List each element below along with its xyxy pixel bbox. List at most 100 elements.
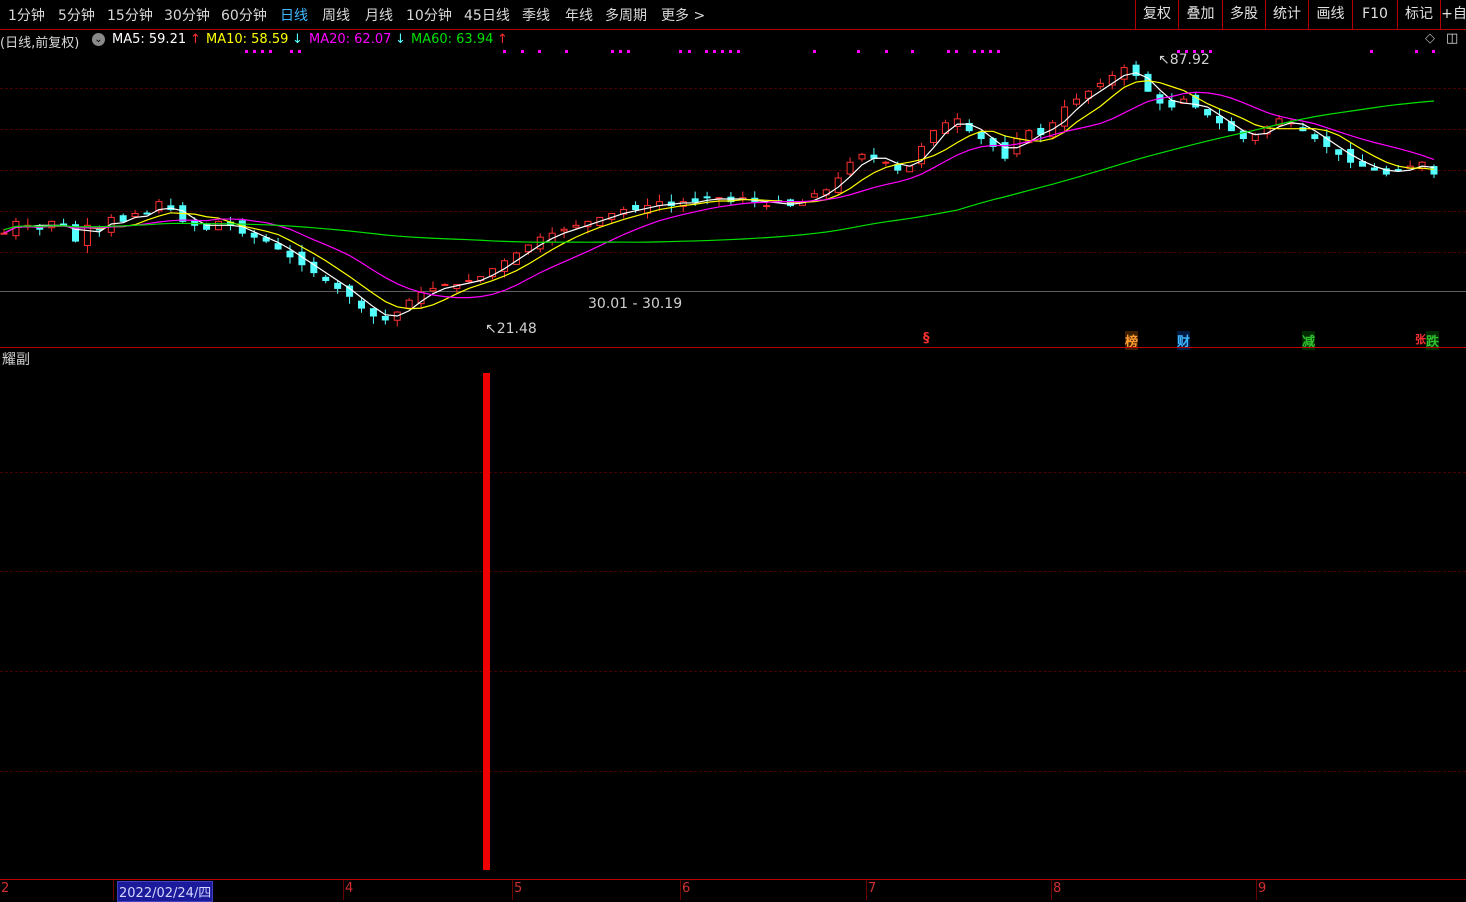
candle-body xyxy=(977,131,985,140)
period-multi[interactable]: 多周期 xyxy=(605,5,647,25)
candle-body xyxy=(858,153,866,160)
period-5min[interactable]: 5分钟 xyxy=(58,5,95,25)
candle-body xyxy=(846,161,854,175)
signal-dot xyxy=(290,50,293,53)
candle-body xyxy=(274,243,282,250)
signal-dot xyxy=(713,50,716,53)
candle-body xyxy=(0,232,8,235)
candlestick-chart[interactable] xyxy=(0,30,1466,346)
grid-line xyxy=(0,771,1466,772)
overlay-button[interactable]: 叠加 xyxy=(1178,0,1222,29)
candle-body xyxy=(250,232,258,238)
candle-body xyxy=(1073,98,1080,105)
signal-dot xyxy=(1432,50,1435,53)
axis-tick xyxy=(343,880,344,900)
period-10min[interactable]: 10分钟 xyxy=(406,5,452,25)
candle-body xyxy=(632,205,640,211)
more-menu-button[interactable]: 更多 > xyxy=(661,5,705,25)
statistics-button[interactable]: 统计 xyxy=(1265,0,1308,29)
candle-body xyxy=(763,205,771,208)
signal-dot xyxy=(705,50,708,53)
candle-body xyxy=(691,198,699,203)
signal-dot xyxy=(245,50,248,53)
signal-dot xyxy=(911,50,914,53)
x-axis-label: 2 xyxy=(1,881,10,896)
signal-dot xyxy=(1370,50,1373,53)
signal-dot xyxy=(721,50,724,53)
signal-dot xyxy=(1415,50,1418,53)
signal-dot xyxy=(503,50,506,53)
event-marker[interactable]: § xyxy=(923,331,930,346)
grid-line xyxy=(0,571,1466,572)
period-monthly[interactable]: 月线 xyxy=(365,5,393,25)
signal-dot xyxy=(989,50,992,53)
candle-body xyxy=(1204,109,1212,116)
axis-tick xyxy=(680,880,681,900)
signal-dot xyxy=(997,50,1000,53)
period-15min[interactable]: 15分钟 xyxy=(107,5,153,25)
candle-body xyxy=(369,308,377,317)
candle-body xyxy=(1394,169,1402,172)
mark-button[interactable]: 标记 xyxy=(1397,0,1440,29)
signal-dot xyxy=(298,50,301,53)
candle-body xyxy=(465,280,473,283)
x-axis-label: 4 xyxy=(345,881,354,896)
multi-stock-button[interactable]: 多股 xyxy=(1222,0,1265,29)
candle-body xyxy=(882,161,890,164)
period-yearly[interactable]: 年线 xyxy=(565,5,593,25)
candle-body xyxy=(524,244,532,253)
candle-body xyxy=(191,219,199,226)
candle-body xyxy=(441,283,449,286)
signal-dot xyxy=(981,50,984,53)
f10-button[interactable]: F10 xyxy=(1352,0,1397,29)
signal-dot xyxy=(679,50,682,53)
candle-body xyxy=(286,250,294,258)
period-daily[interactable]: 日线 xyxy=(280,5,308,25)
candle-body xyxy=(572,224,580,228)
candle-body xyxy=(560,228,568,232)
signal-dot xyxy=(565,50,568,53)
candle-body xyxy=(1096,82,1104,88)
candle-body xyxy=(322,276,330,282)
signal-dot xyxy=(947,50,950,53)
candle-body xyxy=(1335,149,1343,155)
candle-body xyxy=(1216,115,1223,124)
period-quarterly[interactable]: 季线 xyxy=(522,5,550,25)
restore-rights-button[interactable]: 复权 xyxy=(1135,0,1178,29)
signal-dot xyxy=(857,50,860,53)
signal-dot xyxy=(885,50,888,53)
signal-dot xyxy=(813,50,816,53)
signal-dot xyxy=(627,50,630,53)
period-60min[interactable]: 60分钟 xyxy=(221,5,267,25)
candle-body xyxy=(131,212,139,218)
add-custom-button[interactable]: +自 xyxy=(1440,0,1466,29)
period-weekly[interactable]: 周线 xyxy=(322,5,350,25)
signal-dot xyxy=(619,50,622,53)
candle-body xyxy=(119,215,127,222)
grid-line xyxy=(0,472,1466,473)
period-toolbar: 1分钟 5分钟 15分钟 30分钟 60分钟 日线 周线 月线 10分钟 45日… xyxy=(0,0,1466,30)
x-axis-label: 7 xyxy=(868,881,877,896)
event-marker-raise[interactable]: 张 xyxy=(1415,331,1426,347)
axis-tick xyxy=(1051,880,1052,900)
candle-body xyxy=(810,193,818,198)
axis-tick xyxy=(113,880,114,900)
signal-dot xyxy=(729,50,732,53)
axis-tick xyxy=(512,880,513,900)
candle-body xyxy=(1370,167,1378,171)
candle-body xyxy=(334,282,342,289)
high-price-value: 87.92 xyxy=(1169,52,1210,68)
candle-body xyxy=(906,165,914,173)
period-30min[interactable]: 30分钟 xyxy=(164,5,210,25)
period-1min[interactable]: 1分钟 xyxy=(8,5,45,25)
draw-line-button[interactable]: 画线 xyxy=(1308,0,1352,29)
indicator-bar xyxy=(483,373,490,870)
signal-dot xyxy=(253,50,256,53)
x-axis-label: 5 xyxy=(514,881,523,896)
candle-body xyxy=(1311,134,1319,140)
period-45day[interactable]: 45日线 xyxy=(464,5,510,25)
candle-body xyxy=(930,130,937,143)
axis-tick xyxy=(1256,880,1257,900)
signal-dot xyxy=(261,50,264,53)
candle-body xyxy=(703,196,711,199)
